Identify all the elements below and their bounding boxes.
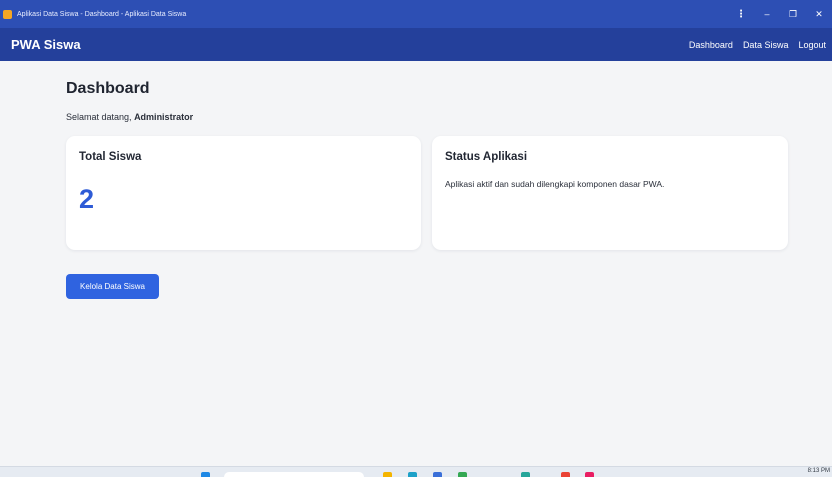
close-icon[interactable]: ✕: [806, 9, 832, 20]
store-icon[interactable]: [433, 472, 442, 477]
app-navbar: PWA Siswa Dashboard Data Siswa Logout: [0, 28, 832, 61]
minimize-icon[interactable]: –: [754, 9, 780, 19]
window-titlebar: Aplikasi Data Siswa - Dashboard - Aplika…: [0, 0, 832, 28]
page-title: Dashboard: [66, 80, 150, 97]
taskbar-search-box[interactable]: [224, 472, 364, 477]
brand-logo-text[interactable]: PWA Siswa: [11, 37, 81, 52]
app-green-icon[interactable]: [458, 472, 467, 477]
nav-link-logout[interactable]: Logout: [798, 40, 826, 50]
restore-icon[interactable]: ❐: [780, 9, 806, 20]
edge-icon[interactable]: [408, 472, 417, 477]
total-siswa-title: Total Siswa: [79, 151, 142, 163]
browser-menu-icon[interactable]: ⋮: [728, 9, 754, 20]
welcome-prefix: Selamat datang,: [66, 112, 132, 122]
app-teal-icon[interactable]: [521, 472, 530, 477]
file-explorer-icon[interactable]: [383, 472, 392, 477]
welcome-message: Selamat datang, Administrator: [66, 112, 193, 122]
total-siswa-value: 2: [79, 184, 95, 214]
window-title: Aplikasi Data Siswa - Dashboard - Aplika…: [17, 10, 187, 18]
status-aplikasi-title: Status Aplikasi: [445, 151, 528, 163]
welcome-username: Administrator: [134, 112, 194, 122]
os-taskbar: 8:13 PM: [0, 466, 832, 477]
window-controls: ⋮ – ❐ ✕: [728, 0, 832, 28]
kelola-data-siswa-button[interactable]: Kelola Data Siswa: [66, 274, 159, 299]
total-siswa-card: Total Siswa 2: [66, 136, 421, 250]
nav-links: Dashboard Data Siswa Logout: [679, 28, 826, 61]
screen: Aplikasi Data Siswa - Dashboard - Aplika…: [0, 0, 832, 477]
nav-link-dashboard[interactable]: Dashboard: [689, 40, 733, 50]
status-aplikasi-text: Aplikasi aktif dan sudah dilengkapi komp…: [445, 179, 665, 189]
app-pink-icon[interactable]: [585, 472, 594, 477]
nav-link-data-siswa[interactable]: Data Siswa: [743, 40, 789, 50]
status-aplikasi-card: Status Aplikasi Aplikasi aktif dan sudah…: [432, 136, 788, 250]
taskbar-clock: 8:13 PM: [807, 468, 830, 474]
windows-start-icon[interactable]: [201, 472, 210, 477]
app-favicon-icon: [3, 9, 12, 19]
chrome-icon[interactable]: [561, 472, 570, 477]
